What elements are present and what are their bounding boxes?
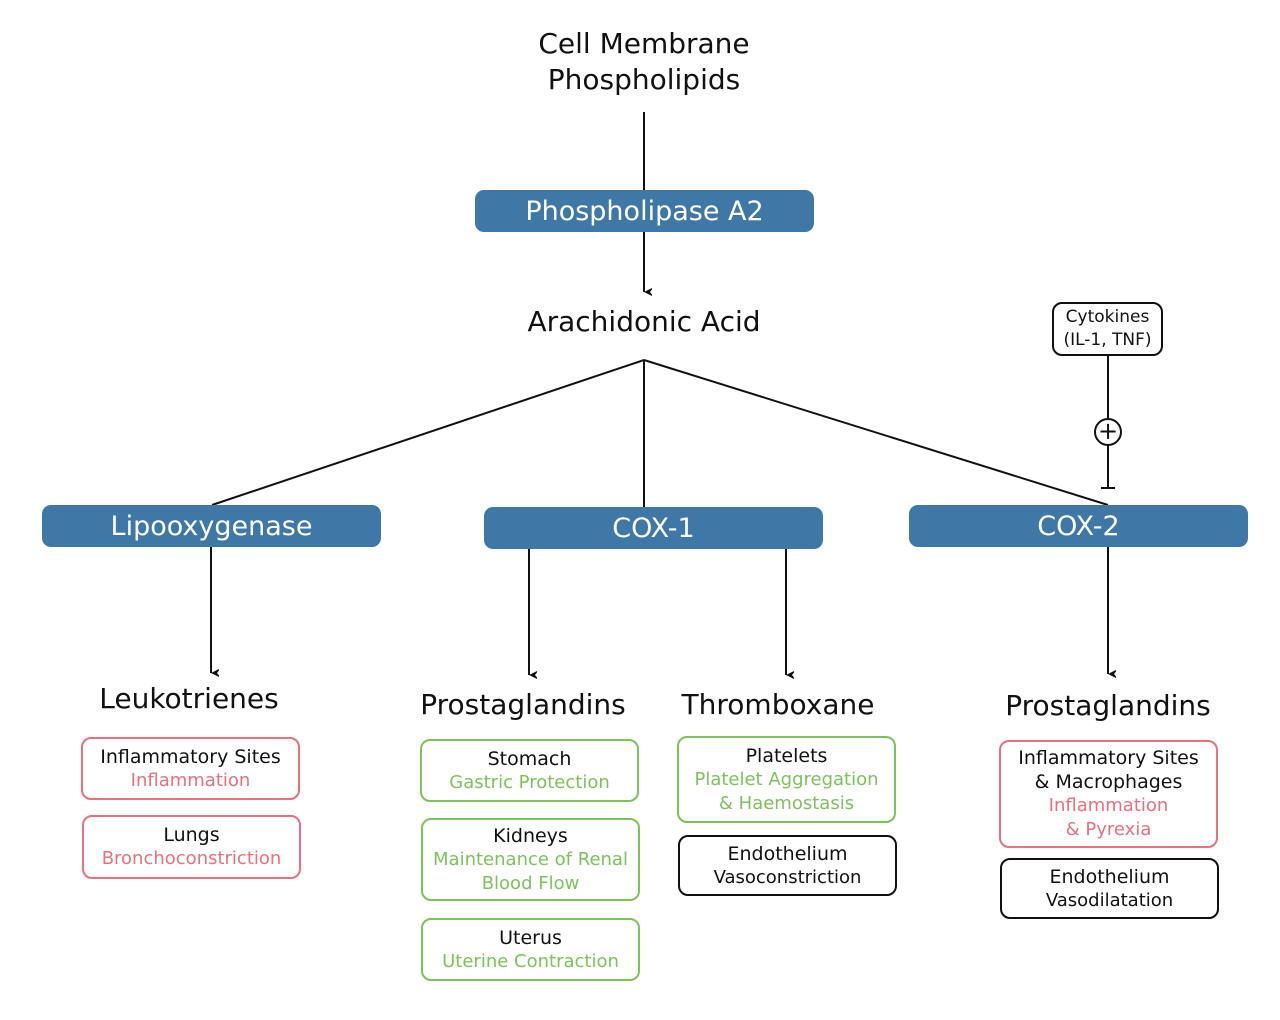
effect-box: Uterus Uterine Contraction [421,918,640,981]
connector-line [643,359,1109,506]
product-prostaglandins-2: Prostaglandins [1005,689,1211,722]
site-label: Endothelium [1049,865,1170,888]
effect-box: Platelets Platelet Aggregation & Haemost… [677,736,896,823]
enzyme-lipooxygenase: Lipooxygenase [42,505,381,547]
effect-box: Endothelium Vasodilatation [1000,858,1219,919]
effect-label: Vasodilatation [1045,889,1174,911]
site-label: Stomach [487,747,572,770]
effect-label: Blood Flow [481,872,580,894]
source-line: Phospholipids [547,63,741,96]
effect-box: Stomach Gastric Protection [420,739,639,802]
product-prostaglandins: Prostaglandins [420,688,626,721]
source-line: Cell Membrane [538,27,750,60]
effect-box: Endothelium Vasoconstriction [678,835,897,896]
effect-label: Vasoconstriction [713,866,862,888]
effect-label: & Haemostasis [718,792,855,814]
effect-box: Inflammatory Sites Inflammation [81,737,300,800]
site-label: Endothelium [727,842,848,865]
site-label: & Macrophages [1034,771,1183,793]
source-label: Cell Membrane Phospholipids [538,26,749,98]
site-label: Platelets [745,744,828,767]
arachidonic-acid-pathway-diagram: + Cell Membrane Phospholipids Phospholip… [0,0,1280,1020]
arachidonic-acid-label: Arachidonic Acid [527,305,761,338]
effect-label: Gastric Protection [449,771,610,793]
plus-sign: + [1097,417,1119,445]
site-label: Lungs [163,824,220,846]
cytokines-box: Cytokines (IL-1, TNF) [1052,302,1163,356]
enzyme-cox1: COX-1 [484,507,823,549]
site-label: Uterus [499,926,562,949]
effect-label: Maintenance of Renal [433,848,628,870]
enzyme-cox2: COX-2 [909,505,1248,547]
connector-line [211,359,645,506]
site-label: Inflammatory Sites [100,745,281,768]
effect-box: Kidneys Maintenance of Renal Blood Flow [421,818,640,901]
effect-box: Lungs Bronchoconstriction [82,815,301,879]
product-thromboxane: Thromboxane [681,688,875,721]
cytokines-label: Cytokines [1065,307,1150,327]
effect-label: Bronchoconstriction [101,848,282,869]
effect-label: Uterine Contraction [442,950,619,972]
effect-label: Platelet Aggregation [694,768,879,790]
enzyme-phospholipase: Phospholipase A2 [475,190,814,232]
effect-box: Inflammatory Sites & Macrophages Inflamm… [999,740,1218,848]
site-label: Kidneys [493,824,568,847]
site-label: Inflammatory Sites [1018,747,1199,769]
product-leukotrienes: Leukotrienes [99,682,279,715]
effect-label: & Pyrexia [1065,819,1152,840]
cytokines-sub: (IL-1, TNF) [1063,330,1152,350]
effect-label: Inflammation [1048,795,1169,816]
effect-label: Inflammation [130,769,251,791]
